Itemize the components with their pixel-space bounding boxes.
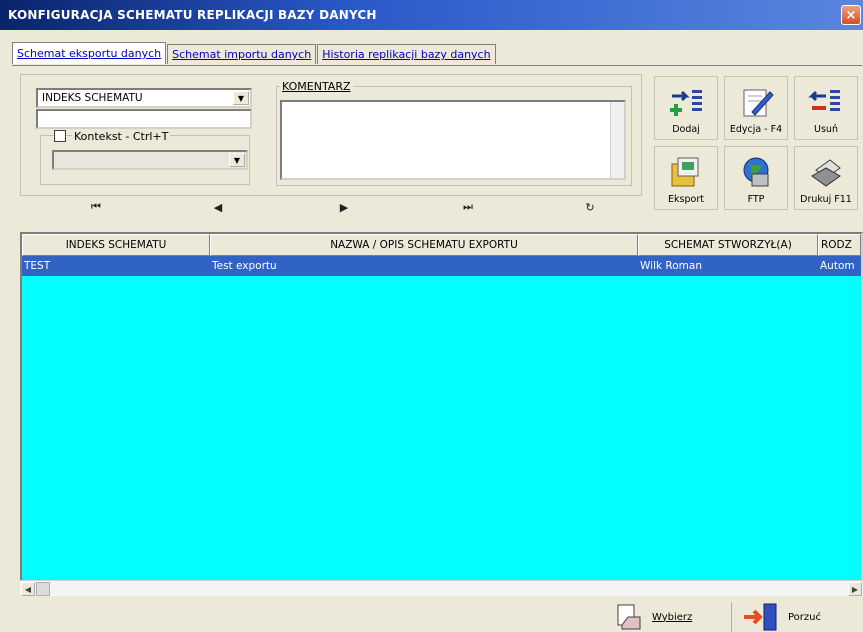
- select-icon: [617, 604, 641, 630]
- edit-icon: [743, 89, 774, 117]
- export-button[interactable]: Eksport: [654, 146, 718, 210]
- scroll-thumb[interactable]: [36, 582, 50, 596]
- cancel-label: Porzuć: [788, 611, 821, 623]
- chevron-down-icon[interactable]: ▼: [229, 153, 245, 167]
- delete-label: Usuń: [814, 124, 838, 135]
- select-label: Wybierz: [652, 611, 693, 623]
- table-header: INDEKS SCHEMATU NAZWA / OPIS SCHEMATU EX…: [22, 234, 861, 256]
- next-record-button[interactable]: ▶: [324, 196, 364, 218]
- tab-export-schema[interactable]: Schemat eksportu danych: [12, 42, 167, 64]
- prev-record-button[interactable]: ◀: [198, 196, 238, 218]
- column-header-index[interactable]: INDEKS SCHEMATU: [22, 234, 210, 256]
- column-header-name[interactable]: NAZWA / OPIS SCHEMATU EXPORTU: [210, 234, 638, 256]
- context-select[interactable]: ▼: [52, 150, 248, 170]
- add-icon: [670, 90, 702, 116]
- tab-bar: Schemat eksportu danych Schemat importu …: [12, 42, 497, 66]
- chevron-down-icon[interactable]: ▼: [233, 91, 249, 105]
- refresh-button[interactable]: ↻: [570, 196, 610, 218]
- window-title: KONFIGURACJA SCHEMATU REPLIKACJI BAZY DA…: [8, 8, 377, 22]
- column-header-type[interactable]: RODZ: [818, 234, 861, 256]
- exit-door-icon: [744, 603, 777, 631]
- schema-table[interactable]: INDEKS SCHEMATU NAZWA / OPIS SCHEMATU EX…: [20, 232, 863, 596]
- scroll-right-icon[interactable]: ▶: [848, 582, 862, 596]
- action-toolbar: Dodaj Edycja - F4 Usuń Eksport FTP Druku…: [654, 76, 863, 216]
- comment-scrollbar[interactable]: [610, 102, 624, 178]
- export-icon: [671, 157, 699, 187]
- export-label: Eksport: [668, 194, 704, 205]
- comment-textarea[interactable]: [280, 100, 626, 180]
- index-schema-input[interactable]: [36, 109, 252, 129]
- edit-label: Edycja - F4: [729, 124, 783, 135]
- printer-icon: [811, 159, 841, 187]
- globe-icon: [743, 157, 769, 187]
- ftp-label: FTP: [747, 194, 765, 205]
- edit-button[interactable]: Edycja - F4: [724, 76, 788, 140]
- select-button[interactable]: Wybierz: [614, 602, 732, 632]
- cell-type: Autom: [820, 260, 855, 272]
- scroll-left-icon[interactable]: ◀: [21, 582, 35, 596]
- add-button[interactable]: Dodaj: [654, 76, 718, 140]
- tab-replication-history[interactable]: Historia replikacji bazy danych: [317, 44, 496, 64]
- context-checkbox[interactable]: [54, 130, 66, 142]
- last-record-button[interactable]: ⏭: [448, 196, 488, 218]
- index-schema-select[interactable]: INDEKS SCHEMATU ▼: [36, 88, 252, 108]
- table-row[interactable]: TEST Test exportu Wilk Roman Autom: [22, 256, 861, 276]
- cell-name: Test exportu: [212, 260, 277, 272]
- cell-index: TEST: [24, 260, 51, 272]
- record-navigation: ⏮ ◀ ▶ ⏭ ↻: [30, 196, 640, 218]
- context-label: Kontekst - Ctrl+T: [72, 130, 171, 143]
- comment-label: KOMENTARZ: [280, 80, 353, 93]
- index-schema-select-label: INDEKS SCHEMATU: [42, 92, 143, 104]
- add-label: Dodaj: [672, 124, 700, 135]
- print-label: Drukuj F11: [800, 194, 852, 205]
- cell-author: Wilk Roman: [640, 260, 702, 272]
- horizontal-scrollbar[interactable]: ◀ ▶: [20, 580, 863, 596]
- tab-panel-divider: [12, 65, 862, 66]
- footer-separator: [731, 602, 732, 632]
- delete-button[interactable]: Usuń: [794, 76, 858, 140]
- ftp-button[interactable]: FTP: [724, 146, 788, 210]
- first-record-button[interactable]: ⏮: [76, 196, 116, 218]
- cancel-button[interactable]: Porzuć: [742, 602, 860, 632]
- close-button[interactable]: ×: [841, 5, 861, 25]
- print-button[interactable]: Drukuj F11: [794, 146, 858, 210]
- column-header-author[interactable]: SCHEMAT STWORZYŁ(A): [638, 234, 818, 256]
- window-title-bar: KONFIGURACJA SCHEMATU REPLIKACJI BAZY DA…: [0, 0, 863, 30]
- delete-icon: [808, 90, 840, 111]
- tab-import-schema[interactable]: Schemat importu danych: [167, 44, 317, 64]
